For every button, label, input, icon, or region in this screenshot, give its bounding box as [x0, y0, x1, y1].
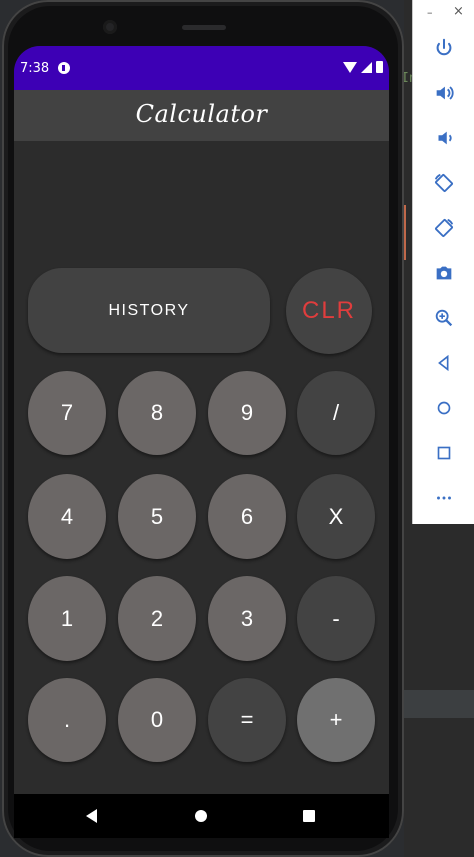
digit-3-button[interactable]: 3	[208, 576, 286, 661]
camera-icon[interactable]	[427, 256, 461, 290]
navigation-bar	[14, 794, 389, 838]
back-icon[interactable]	[427, 346, 461, 380]
calculator-display	[14, 141, 389, 268]
rotate-left-icon[interactable]	[427, 166, 461, 200]
digit-5-button[interactable]: 5	[118, 474, 196, 559]
more-icon[interactable]	[427, 481, 461, 515]
status-time: 7:38	[20, 61, 50, 76]
decimal-point-button[interactable]: .	[28, 678, 106, 762]
phone-screen: 7:38 Calculator HISTORY CLR 7 8 9 / 4 5 …	[14, 46, 389, 833]
minimize-button[interactable]: –	[427, 6, 433, 19]
notification-app-icon	[58, 62, 70, 74]
front-camera	[103, 20, 117, 34]
volume-down-icon[interactable]	[427, 121, 461, 155]
digit-7-button[interactable]: 7	[28, 371, 106, 455]
ide-bottom-strip	[404, 690, 474, 718]
volume-up-icon[interactable]	[427, 76, 461, 110]
zoom-icon[interactable]	[427, 301, 461, 335]
digit-9-button[interactable]: 9	[208, 371, 286, 455]
emulator-window-controls: – ×	[413, 0, 474, 28]
digit-0-button[interactable]: 0	[118, 678, 196, 762]
home-icon[interactable]	[427, 391, 461, 425]
app-title: Calculator	[135, 100, 268, 128]
digit-8-button[interactable]: 8	[118, 371, 196, 455]
status-bar: 7:38	[14, 46, 389, 90]
equals-button[interactable]: =	[208, 678, 286, 762]
history-button[interactable]: HISTORY	[28, 268, 270, 353]
emulator-toolbar: – ×	[412, 0, 474, 524]
digit-2-button[interactable]: 2	[118, 576, 196, 661]
earpiece-speaker	[182, 25, 226, 30]
divide-button[interactable]: /	[297, 371, 375, 455]
app-bar: Calculator	[14, 90, 389, 141]
nav-home-icon[interactable]	[195, 810, 207, 822]
signal-icon	[361, 61, 372, 73]
digit-6-button[interactable]: 6	[208, 474, 286, 559]
clear-button[interactable]: CLR	[286, 268, 372, 354]
rotate-right-icon[interactable]	[427, 211, 461, 245]
nav-back-icon[interactable]	[86, 809, 97, 823]
battery-icon	[376, 61, 383, 73]
multiply-button[interactable]: X	[297, 474, 375, 559]
digit-4-button[interactable]: 4	[28, 474, 106, 559]
plus-button[interactable]: +	[297, 678, 375, 762]
minus-button[interactable]: -	[297, 576, 375, 661]
digit-1-button[interactable]: 1	[28, 576, 106, 661]
power-icon[interactable]	[427, 31, 461, 65]
wifi-icon	[343, 61, 357, 73]
overview-icon[interactable]	[427, 436, 461, 470]
nav-recents-icon[interactable]	[303, 810, 315, 822]
status-icons	[343, 61, 383, 73]
close-button[interactable]: ×	[453, 4, 464, 19]
